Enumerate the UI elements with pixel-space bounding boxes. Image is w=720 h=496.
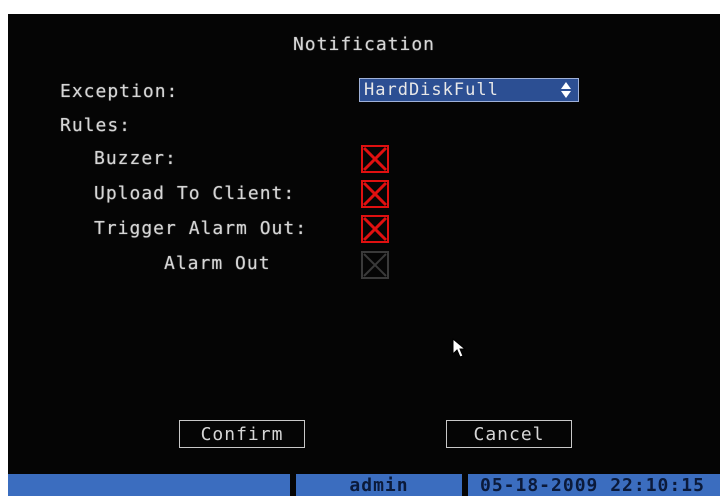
red-x-icon — [361, 180, 389, 208]
buzzer-checkbox[interactable] — [361, 145, 389, 173]
status-bar: admin 05-18-2009 22:10:15 — [8, 474, 720, 496]
confirm-button[interactable]: Confirm — [179, 420, 305, 448]
upload-to-client-checkbox[interactable] — [361, 180, 389, 208]
cancel-button[interactable]: Cancel — [446, 420, 572, 448]
status-datetime: 05-18-2009 22:10:15 — [468, 474, 720, 496]
exception-select[interactable]: HardDiskFull — [359, 78, 579, 102]
up-down-arrows-icon — [559, 79, 573, 101]
exception-select-value: HardDiskFull — [364, 80, 499, 100]
alarm-out-label: Alarm Out — [164, 253, 271, 274]
status-segment-blank — [8, 474, 290, 496]
dialog-title: Notification — [292, 34, 436, 55]
alarm-out-checkbox — [361, 251, 389, 279]
trigger-alarm-out-label: Trigger Alarm Out: — [94, 218, 308, 239]
status-user: admin — [296, 474, 462, 496]
trigger-alarm-out-checkbox[interactable] — [361, 215, 389, 243]
mouse-pointer-icon — [452, 337, 468, 360]
buzzer-label: Buzzer: — [94, 148, 177, 169]
disabled-x-icon — [361, 251, 389, 279]
upload-to-client-label: Upload To Client: — [94, 183, 296, 204]
dvr-screen: Notification Exception: HardDiskFull Rul… — [8, 14, 720, 496]
exception-label: Exception: — [60, 81, 179, 102]
rules-label: Rules: — [60, 115, 132, 136]
red-x-icon — [361, 215, 389, 243]
red-x-icon — [361, 145, 389, 173]
